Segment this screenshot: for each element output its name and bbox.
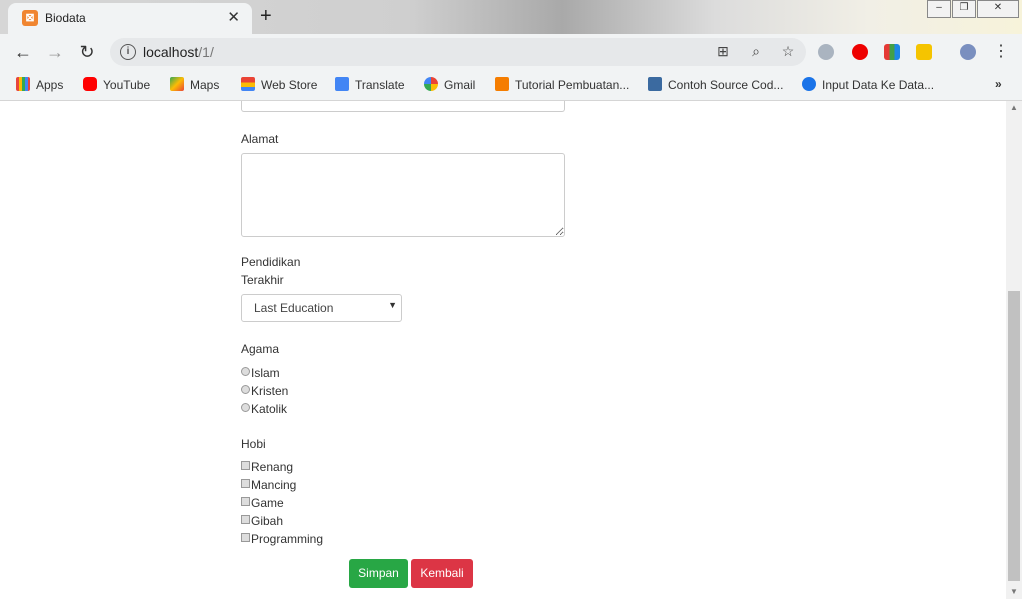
bookmark-translate[interactable]: Translate [335, 77, 405, 92]
hobi-label: Hobi [241, 437, 266, 451]
bookmark-web-store[interactable]: Web Store [241, 77, 317, 92]
translate-icon [335, 77, 349, 91]
scrollbar-thumb[interactable] [1008, 291, 1020, 581]
bookmark-label: Web Store [261, 78, 318, 92]
url-text: localhost/1/ [143, 44, 214, 60]
checkbox-mancing[interactable]: Mancing [241, 478, 296, 492]
bookmark-star-icon[interactable]: ☆ [779, 43, 797, 60]
yellow-extension-icon[interactable] [916, 44, 932, 60]
radio-button[interactable] [241, 385, 250, 394]
radio-islam[interactable]: Islam [241, 366, 280, 380]
adblock-extension-icon[interactable] [852, 44, 868, 60]
profile-avatar-icon[interactable] [960, 44, 976, 60]
checkbox-programming[interactable]: Programming [241, 532, 323, 546]
bookmark-label: Input Data Ke Data... [822, 78, 935, 92]
tab-title: Biodata [45, 11, 86, 25]
close-window-button[interactable]: ✕ [977, 0, 1019, 18]
bookmarks-bar: Apps YouTube Maps Web Store Translate Gm… [0, 70, 1022, 101]
pendidikan-label-line2: Terakhir [241, 273, 284, 287]
checkbox[interactable] [241, 515, 250, 524]
checkbox-gibah[interactable]: Gibah [241, 514, 283, 528]
checkbox-label: Programming [251, 532, 324, 546]
radio-label: Islam [251, 366, 280, 380]
link-icon [802, 77, 816, 91]
bookmark-label: Gmail [444, 78, 476, 92]
back-icon[interactable]: ← [12, 41, 34, 63]
checkbox-renang[interactable]: Renang [241, 460, 293, 474]
url-host: localhost [143, 44, 199, 60]
bookmark-label: Contoh Source Cod... [668, 78, 784, 92]
vertical-scrollbar[interactable]: ▲ ▼ [1006, 101, 1022, 599]
bookmark-label: Maps [190, 78, 220, 92]
pendidikan-selected-value: Last Education [254, 301, 334, 315]
bookmark-input-data[interactable]: Input Data Ke Data... [802, 77, 934, 92]
web-store-icon [241, 77, 255, 91]
kembali-button[interactable]: Kembali [411, 559, 473, 588]
bookmark-label: YouTube [103, 78, 151, 92]
forward-icon[interactable]: → [44, 41, 66, 63]
scroll-down-icon[interactable]: ▼ [1006, 585, 1022, 599]
checkbox-label: Renang [251, 460, 294, 474]
scroll-up-icon[interactable]: ▲ [1006, 101, 1022, 115]
simpan-button[interactable]: Simpan [349, 559, 408, 588]
menu-icon[interactable]: ⋮ [990, 41, 1012, 63]
radio-button[interactable] [241, 367, 250, 376]
address-bar[interactable]: i localhost/1/ ⊞ ⌕ ☆ [110, 38, 806, 66]
bookmark-label: Apps [36, 78, 64, 92]
youtube-icon [83, 77, 97, 91]
radio-kristen[interactable]: Kristen [241, 384, 288, 398]
shield-extension-icon[interactable] [818, 44, 834, 60]
checkbox[interactable] [241, 497, 250, 506]
maps-icon [170, 77, 184, 91]
bookmark-maps[interactable]: Maps [170, 77, 219, 92]
browser-tab[interactable]: ⊠ Biodata ✕ [8, 3, 252, 34]
reload-icon[interactable]: ↻ [76, 41, 98, 63]
color-extension-icon[interactable] [884, 44, 900, 60]
checkbox[interactable] [241, 461, 250, 470]
apps-grid-icon [16, 77, 30, 91]
radio-label: Katolik [251, 402, 288, 416]
pendidikan-select[interactable]: Last Education ▼ [241, 294, 402, 322]
bookmarks-overflow-icon[interactable]: » [995, 77, 1002, 91]
new-tab-icon[interactable]: + [260, 5, 272, 27]
translate-page-icon[interactable]: ⊞ [714, 43, 732, 60]
bookmark-label: Translate [355, 78, 405, 92]
google-icon [424, 77, 438, 91]
previous-input-field[interactable] [241, 101, 565, 112]
xampp-icon: ⊠ [22, 10, 38, 26]
checkbox-label: Gibah [251, 514, 284, 528]
radio-label: Kristen [251, 384, 289, 398]
checkbox-label: Mancing [251, 478, 297, 492]
close-tab-icon[interactable]: ✕ [227, 8, 240, 26]
minimize-button[interactable]: – [927, 0, 951, 18]
url-path: /1/ [198, 44, 214, 60]
alamat-textarea[interactable] [241, 153, 565, 237]
bookmark-label: Tutorial Pembuatan... [515, 78, 630, 92]
checkbox-game[interactable]: Game [241, 496, 284, 510]
restore-button[interactable]: ❐ [952, 0, 976, 18]
pendidikan-label-line1: Pendidikan [241, 255, 301, 269]
chevron-down-icon: ▼ [388, 300, 397, 310]
alamat-label: Alamat [241, 132, 279, 146]
checkbox[interactable] [241, 533, 250, 542]
radio-katolik[interactable]: Katolik [241, 402, 287, 416]
info-icon[interactable]: i [120, 44, 136, 60]
checkbox[interactable] [241, 479, 250, 488]
tab-strip: ⊠ Biodata ✕ + – ❐ ✕ [0, 0, 1022, 34]
checkbox-label: Game [251, 496, 284, 510]
agama-label: Agama [241, 342, 280, 356]
radio-button[interactable] [241, 403, 250, 412]
page-content: Alamat Pendidikan Terakhir Last Educatio… [0, 101, 1006, 599]
kmw-icon [648, 77, 662, 91]
bookmark-gmail[interactable]: Gmail [424, 77, 475, 92]
bookmark-tutorial[interactable]: Tutorial Pembuatan... [495, 77, 629, 92]
browser-toolbar: ← → ↻ i localhost/1/ ⊞ ⌕ ☆ ⋮ [0, 34, 1022, 70]
bookmark-apps[interactable]: Apps [16, 77, 63, 92]
bookmark-source-code[interactable]: Contoh Source Cod... [648, 77, 783, 92]
blogger-icon [495, 77, 509, 91]
zoom-icon[interactable]: ⌕ [747, 43, 765, 60]
bookmark-youtube[interactable]: YouTube [83, 77, 150, 92]
